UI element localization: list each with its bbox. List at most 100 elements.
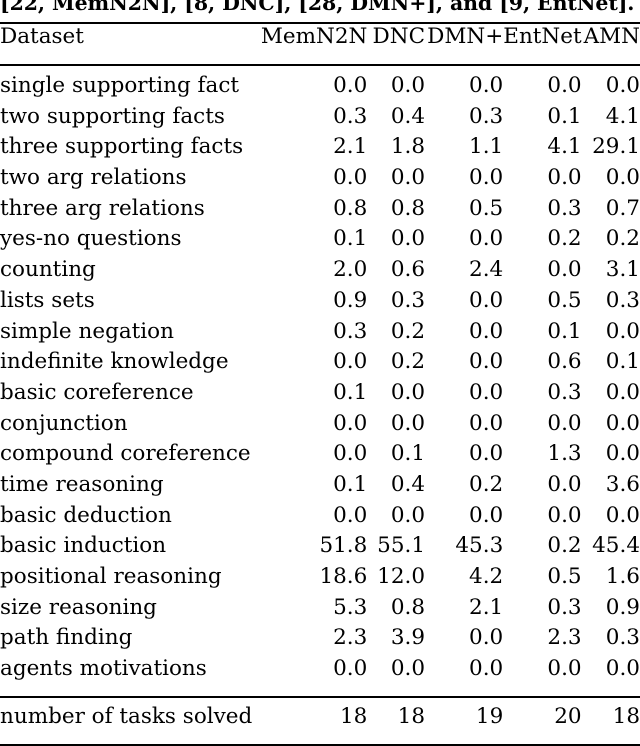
row-label: compound coreference [0, 441, 251, 467]
row-label: time reasoning [0, 471, 164, 497]
cell-entnet: 0.0 [547, 471, 582, 497]
cell-dnc: 0.3 [390, 287, 426, 313]
cell-memn2n: 0.0 [260, 64, 368, 106]
cell-dmnplus: 0.0 [469, 287, 504, 313]
cell-dmnplus: 0.0 [469, 349, 504, 375]
cell-memn2n: 18.6 [319, 564, 368, 589]
cell-dnc: 1.8 [390, 134, 426, 160]
cell-amn: 0.0 [605, 656, 640, 682]
row-label: three supporting facts [0, 134, 244, 160]
table-row: basic induction 51.8 55.1 45.3 0.2 45.4 [0, 535, 640, 566]
cell-dmnplus: 0.0 [469, 410, 504, 436]
cell-entnet: 0.0 [503, 64, 582, 106]
cell-memn2n: 0.1 [333, 471, 368, 497]
cell-entnet: 0.0 [547, 656, 582, 682]
cell-entnet: 0.1 [547, 318, 582, 344]
row-label: positional reasoning [0, 564, 222, 589]
cell-amn: 45.4 [592, 533, 640, 559]
cell-dnc: 12.0 [377, 564, 426, 589]
row-label: two arg relations [0, 165, 187, 191]
cell-amn: 0.0 [605, 318, 640, 344]
row-label: basic coreference [0, 379, 194, 405]
cell-memn2n: 0.3 [333, 318, 368, 344]
cell-dnc: 0.1 [390, 441, 426, 467]
cell-amn: 4.1 [605, 103, 640, 129]
cell-dmnplus: 0.0 [469, 625, 504, 651]
cell-dmnplus: 0.5 [469, 195, 504, 221]
cell-memn2n: 0.0 [333, 165, 368, 191]
cell-dnc: 0.0 [390, 379, 426, 405]
row-label: basic deduction [0, 502, 172, 528]
table-row: two arg relations 0.0 0.0 0.0 0.0 0.0 [0, 167, 640, 198]
cell-entnet: 0.1 [547, 103, 582, 129]
table-row: path finding 2.3 3.9 0.0 2.3 0.3 [0, 627, 640, 658]
cell-amn: 0.0 [605, 410, 640, 436]
cell-entnet: 0.5 [547, 564, 582, 589]
table-row: counting 2.0 0.6 2.4 0.0 3.1 [0, 259, 640, 290]
cell-memn2n: 0.0 [333, 502, 368, 528]
cell-entnet: 0.2 [547, 226, 582, 252]
cell-dnc: 55.1 [377, 533, 426, 559]
cell-amn: 3.6 [605, 471, 640, 497]
row-label: conjunction [0, 410, 128, 436]
table-row: simple negation 0.3 0.2 0.0 0.1 0.0 [0, 318, 640, 352]
cell-amn: 3.1 [605, 257, 640, 283]
cell-memn2n: 2.1 [333, 134, 368, 160]
table-row: indefinite knowledge 0.0 0.2 0.0 0.6 0.1 [0, 351, 640, 382]
cell-dnc: 3.9 [390, 625, 426, 651]
babi-results-table: Dataset MemN2N DNC DMN+ EntNet AMN singl… [0, 22, 640, 746]
column-header-dataset: Dataset [0, 22, 261, 65]
row-label: single supporting fact [0, 64, 261, 106]
cell-dmnplus: 2.4 [469, 257, 504, 283]
row-label: basic induction [0, 533, 167, 559]
cell-dmnplus: 45.3 [455, 533, 504, 559]
cell-dnc: 0.6 [390, 257, 426, 283]
summary-cell-dmnplus: 19 [425, 695, 504, 745]
cell-entnet: 1.3 [547, 441, 582, 467]
cell-entnet: 2.3 [547, 625, 582, 651]
cell-dnc: 0.0 [390, 656, 426, 682]
cell-entnet: 0.3 [547, 594, 582, 620]
cell-memn2n: 0.0 [333, 656, 368, 682]
summary-cell-memn2n: 18 [260, 695, 368, 745]
cell-amn: 1.6 [605, 564, 640, 589]
cell-amn: 0.1 [605, 349, 640, 375]
cell-dnc: 0.4 [390, 471, 426, 497]
cell-memn2n: 0.1 [333, 226, 368, 252]
summary-cell-dnc: 18 [367, 695, 426, 745]
table-row: single supporting fact 0.0 0.0 0.0 0.0 0… [0, 64, 640, 106]
table-row: compound coreference 0.0 0.1 0.0 1.3 0.0 [0, 443, 640, 474]
cell-amn: 0.9 [605, 594, 640, 620]
cell-amn: 0.2 [605, 226, 640, 252]
table-row: lists sets 0.9 0.3 0.0 0.5 0.3 [0, 290, 640, 321]
table-row: conjunction 0.0 0.0 0.0 0.0 0.0 [0, 410, 640, 444]
table-summary-row: number of tasks solved 18 18 19 20 18 [0, 695, 640, 745]
cell-memn2n: 0.0 [333, 349, 368, 375]
table-row: three arg relations 0.8 0.8 0.5 0.3 0.7 [0, 198, 640, 229]
cell-dmnplus: 0.0 [469, 318, 504, 344]
cell-entnet: 4.1 [547, 134, 582, 160]
cell-memn2n: 5.3 [333, 594, 368, 620]
row-label: path finding [0, 625, 133, 651]
cell-dmnplus: 0.0 [469, 441, 504, 467]
cell-dmnplus: 0.0 [469, 502, 504, 528]
cell-dmnplus: 0.3 [469, 103, 504, 129]
cell-entnet: 0.0 [547, 257, 582, 283]
cell-memn2n: 0.9 [333, 287, 368, 313]
row-label: size reasoning [0, 594, 157, 620]
cell-amn: 0.0 [605, 502, 640, 528]
cell-dnc: 0.0 [390, 165, 426, 191]
cell-entnet: 0.0 [547, 502, 582, 528]
row-label: lists sets [0, 287, 95, 313]
cell-amn: 0.0 [605, 441, 640, 467]
cell-dnc: 0.0 [390, 226, 426, 252]
summary-row-label: number of tasks solved [0, 695, 261, 745]
row-label: two supporting facts [0, 103, 225, 129]
cell-entnet: 0.0 [547, 165, 582, 191]
table-row: three supporting facts 2.1 1.8 1.1 4.1 2… [0, 136, 640, 167]
table-row: size reasoning 5.3 0.8 2.1 0.3 0.9 [0, 597, 640, 628]
cell-entnet: 0.3 [547, 195, 582, 221]
cell-memn2n: 0.8 [333, 195, 368, 221]
row-label: three arg relations [0, 195, 205, 221]
cell-amn: 0.3 [605, 287, 640, 313]
